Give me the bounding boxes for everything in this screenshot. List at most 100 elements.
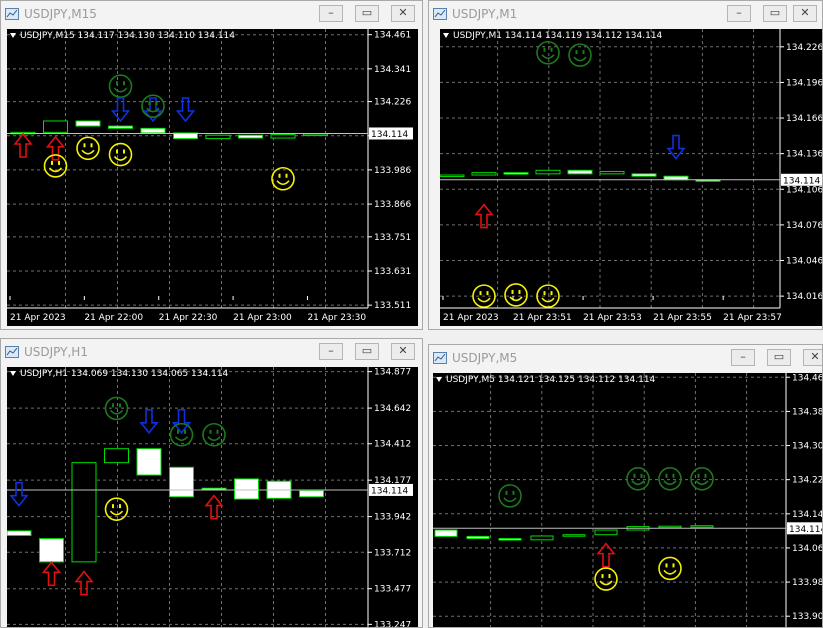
candle <box>631 173 657 177</box>
candle <box>663 175 689 181</box>
current-price-label: 134.114 <box>371 486 408 496</box>
window-titlebar[interactable]: USDJPY,M5 – ▭ ✕ <box>429 345 822 373</box>
smiley-green-icon <box>658 467 682 491</box>
candle <box>599 170 625 175</box>
candle <box>299 490 324 498</box>
arrow-up-icon <box>596 542 616 568</box>
window-titlebar[interactable]: USDJPY,M1 – ▭ ✕ <box>429 1 822 29</box>
time-label: 21 Apr 2023 <box>10 313 66 323</box>
minimize-button[interactable]: – <box>727 5 751 22</box>
price-label: 134.226 <box>786 43 823 53</box>
price-label: 134.016 <box>786 292 823 302</box>
price-label: 134.877 <box>374 368 411 378</box>
close-button[interactable]: ✕ <box>803 349 822 366</box>
candle <box>104 448 129 464</box>
time-label: 21 Apr 23:53 <box>583 313 642 323</box>
window-titlebar[interactable]: USDJPY,M15 – ▭ ✕ <box>1 1 422 29</box>
price-label: 134.226 <box>374 98 411 108</box>
minimize-button[interactable]: – <box>731 349 755 366</box>
chart-area[interactable]: 134.461134.341134.226134.106133.986133.8… <box>7 29 418 326</box>
candle <box>567 169 593 175</box>
price-label: 133.712 <box>374 548 411 558</box>
chart-window-icon <box>5 346 19 358</box>
candle <box>270 134 296 139</box>
chart-svg[interactable]: 134.877134.642134.412134.177133.942133.7… <box>7 367 418 628</box>
time-label: 21 Apr 23:51 <box>513 313 572 323</box>
chart-area[interactable]: 134.226 134.196 134.166 134.136 134.106 134.0… <box>440 29 823 326</box>
window-title: USDJPY,H1 <box>24 345 88 359</box>
chart-window-usdjpy-m15[interactable]: USDJPY,M15 – ▭ ✕ 134.461 134.341 134.226 13… <box>0 0 423 330</box>
candle <box>234 478 259 500</box>
close-button[interactable]: ✕ <box>391 343 415 360</box>
chart-window-usdjpy-m1[interactable]: USDJPY,M1 – ▭ ✕ 134.226 134.196 134.166 134… <box>428 0 823 330</box>
price-label: 133.986 <box>374 166 411 176</box>
candle <box>238 134 263 139</box>
window-title: USDJPY,M15 <box>24 7 97 21</box>
smiley-yellow-icon <box>658 556 682 581</box>
window-title: USDJPY,M1 <box>452 7 518 21</box>
price-label: 133.988 <box>792 578 823 588</box>
time-label: 21 Apr 23:00 <box>233 313 292 323</box>
close-button[interactable]: ✕ <box>391 5 415 22</box>
minimize-button[interactable]: – <box>319 5 343 22</box>
chart-window-usdjpy-m5[interactable]: USDJPY,M5 – ▭ ✕ 134.468 134.388 134.308 134… <box>428 344 823 628</box>
candle <box>71 462 97 563</box>
time-label: 21 Apr 2023 <box>443 313 499 323</box>
current-price-label: 134.114 <box>789 525 823 535</box>
chart-area[interactable]: 134.468 134.388 134.308 134.228 134.148 134.0… <box>433 373 823 628</box>
price-label: 134.166 <box>786 114 823 124</box>
smiley-green-icon <box>568 43 592 67</box>
price-label: 134.076 <box>786 221 823 231</box>
arrow-down-icon <box>110 97 131 123</box>
candle <box>434 529 458 537</box>
chart-svg[interactable]: 134.468 134.388 134.308 134.228 134.148 134.0… <box>433 373 823 628</box>
candle <box>594 529 618 536</box>
maximize-button[interactable]: ▭ <box>355 343 379 360</box>
price-label: 134.468 <box>792 373 823 383</box>
candle <box>43 120 68 133</box>
candle <box>7 530 32 537</box>
maximize-button[interactable]: ▭ <box>355 5 379 22</box>
candle <box>690 525 714 528</box>
price-label: 134.308 <box>792 442 823 452</box>
arrow-down-icon <box>175 97 196 123</box>
chart-info: USDJPY,M15 134.117 134.130 134.110 134.1… <box>10 31 235 41</box>
price-label: 133.247 <box>374 620 411 628</box>
chart-info: USDJPY,M5 134.121 134.125 134.112 134.11… <box>436 375 655 385</box>
arrow-up-icon <box>74 570 94 596</box>
candle <box>205 134 231 140</box>
price-label: 134.341 <box>374 65 411 75</box>
chart-svg[interactable]: 134.226 134.196 134.166 134.136 134.106 134.0… <box>440 29 823 326</box>
smiley-green-icon <box>536 40 560 65</box>
smiley-yellow-icon <box>43 154 68 178</box>
price-label: 134.412 <box>374 440 411 450</box>
arrow-up-icon <box>474 203 494 229</box>
maximize-button[interactable]: ▭ <box>767 349 791 366</box>
close-button[interactable]: ✕ <box>793 5 817 22</box>
minimize-button[interactable]: – <box>319 343 343 360</box>
chart-info: USDJPY,H1 134.069 134.130 134.065 134.11… <box>10 369 228 379</box>
candle <box>75 120 101 127</box>
candle <box>108 125 133 129</box>
maximize-button[interactable]: ▭ <box>763 5 787 22</box>
chart-window-usdjpy-h1[interactable]: USDJPY,H1 – ▭ ✕ 134.877 134.642 134.412 134… <box>0 338 423 628</box>
price-label: 134.388 <box>792 407 823 417</box>
window-titlebar[interactable]: USDJPY,H1 – ▭ ✕ <box>1 339 422 367</box>
price-label: 133.511 <box>374 301 411 311</box>
price-label: 133.908 <box>792 612 823 622</box>
price-label: 134.136 <box>786 150 823 160</box>
current-price-label: 134.114 <box>783 176 820 186</box>
price-label: 134.106 <box>786 185 823 195</box>
arrow-up-icon <box>204 494 224 520</box>
arrow-up-icon <box>13 132 33 158</box>
candle <box>471 172 497 176</box>
candle <box>498 538 522 541</box>
price-label: 133.477 <box>374 585 411 595</box>
smiley-yellow-icon <box>504 283 528 307</box>
chart-area[interactable]: 134.877 134.642 134.412 134.177 133.942 133.7… <box>7 367 418 628</box>
current-price-label: 134.114 <box>371 130 408 140</box>
chart-svg[interactable]: 134.461134.341134.226134.106133.986133.8… <box>7 29 418 326</box>
candle <box>530 535 554 541</box>
candle <box>503 172 529 175</box>
smiley-green-icon <box>498 484 522 508</box>
